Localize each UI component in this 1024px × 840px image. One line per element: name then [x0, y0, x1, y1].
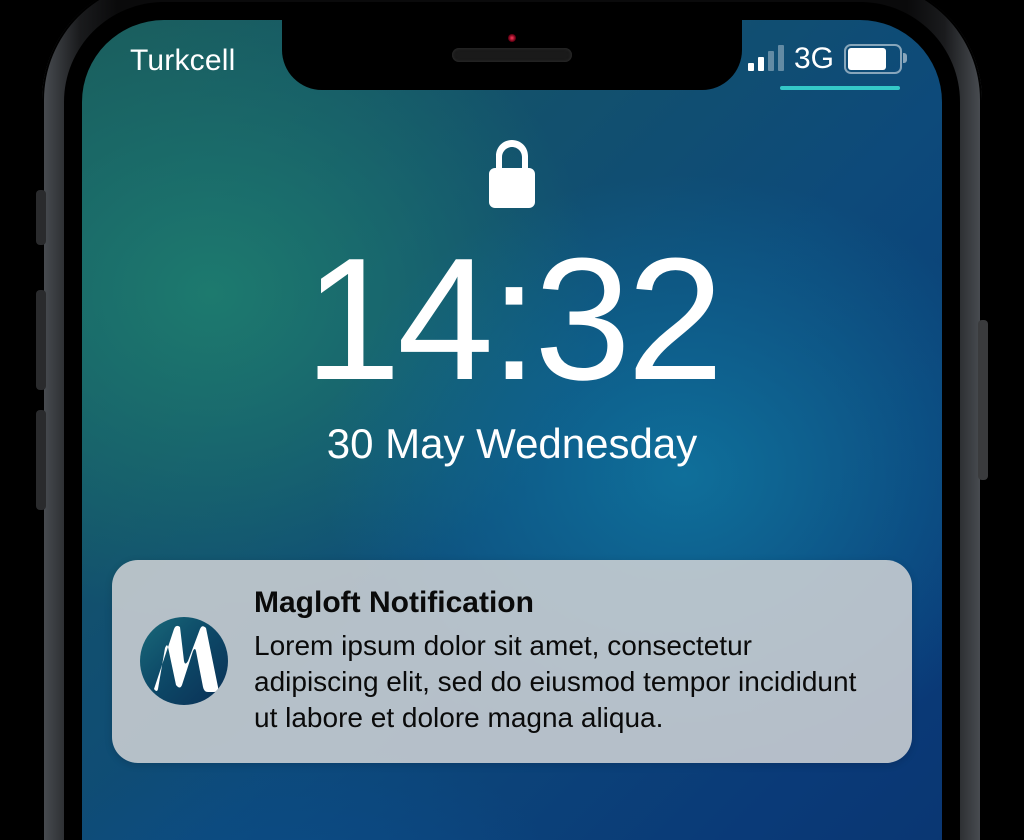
notification-body: Lorem ipsum dolor sit amet, consectetur …: [254, 628, 884, 735]
canvas: Turkcell 3G: [0, 0, 1024, 840]
lock-icon: [487, 140, 537, 208]
notification-card[interactable]: Magloft Notification Lorem ipsum dolor s…: [112, 560, 912, 763]
volume-up-button[interactable]: [36, 290, 46, 390]
lockscreen-content: 14:32 30 May Wednesday: [82, 20, 942, 468]
clock-date: 30 May Wednesday: [82, 420, 942, 468]
mute-switch[interactable]: [36, 190, 46, 245]
screen[interactable]: Turkcell 3G: [82, 20, 942, 840]
phone-frame-inner: Turkcell 3G: [64, 2, 960, 840]
clock-time: 14:32: [82, 232, 942, 406]
volume-down-button[interactable]: [36, 410, 46, 510]
notification-app-icon: [140, 617, 228, 705]
notification-title: Magloft Notification: [254, 586, 884, 620]
power-button[interactable]: [978, 320, 988, 480]
phone-frame-outer: Turkcell 3G: [42, 0, 982, 840]
notification-text: Magloft Notification Lorem ipsum dolor s…: [254, 586, 884, 735]
